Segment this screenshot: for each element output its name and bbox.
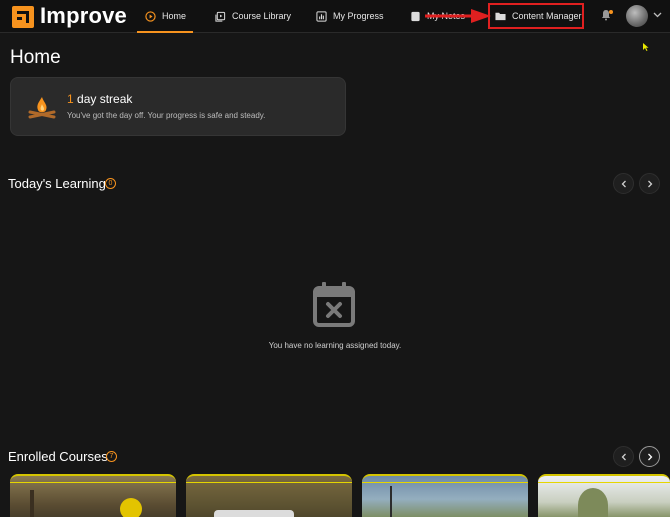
- streak-label: day streak: [77, 92, 133, 106]
- todays-learning-next-button[interactable]: [639, 173, 660, 194]
- bar-chart-icon: [316, 10, 327, 22]
- library-icon: [215, 11, 226, 22]
- nav-item-label: Home: [162, 11, 187, 21]
- mouse-cursor-icon: [643, 43, 649, 51]
- improve-logo-icon[interactable]: [12, 6, 34, 28]
- course-card-thumbnail-detail: [390, 486, 392, 517]
- top-navigation-bar: Improve Home Course Library My Progress …: [0, 0, 670, 33]
- streak-heading: 1 day streak: [67, 92, 132, 106]
- course-card-stripe: [10, 482, 176, 483]
- course-card-thumbnail-detail: [214, 510, 294, 517]
- chevron-down-icon[interactable]: [653, 12, 662, 18]
- enrolled-courses-next-button[interactable]: [639, 446, 660, 467]
- chevron-left-icon: [621, 453, 626, 460]
- todays-learning-prev-button[interactable]: [613, 173, 634, 194]
- nav-item-label: Course Library: [232, 11, 292, 21]
- todays-learning-title: Today's Learning: [8, 176, 106, 191]
- notes-icon: [411, 11, 420, 21]
- nav-item-my-progress[interactable]: My Progress: [316, 0, 384, 32]
- course-card-stripe: [186, 482, 352, 483]
- annotation-highlight-box: [488, 3, 584, 29]
- campfire-icon: [28, 97, 56, 119]
- nav-item-course-library[interactable]: Course Library: [215, 0, 291, 32]
- annotation-arrow-icon: [425, 9, 491, 23]
- course-card[interactable]: [538, 474, 670, 517]
- play-circle-icon: [145, 10, 156, 22]
- course-card-thumbnail-detail: [30, 490, 34, 517]
- streak-message: You've got the day off. Your progress is…: [67, 111, 266, 120]
- page-title: Home: [10, 47, 61, 68]
- enrolled-courses-prev-button[interactable]: [613, 446, 634, 467]
- empty-state-message: You have no learning assigned today.: [268, 341, 402, 350]
- course-card[interactable]: [186, 474, 352, 517]
- avatar[interactable]: [626, 5, 648, 27]
- chevron-right-icon: [647, 453, 652, 460]
- enrolled-courses-title: Enrolled Courses: [8, 449, 108, 464]
- enrolled-courses-count-badge: 7: [106, 451, 117, 462]
- course-card-thumbnail-detail: [120, 498, 142, 517]
- course-card[interactable]: [10, 474, 176, 517]
- calendar-x-icon: [313, 282, 355, 327]
- course-card-stripe: [362, 482, 528, 483]
- course-card[interactable]: [362, 474, 528, 517]
- chevron-right-icon: [647, 180, 652, 187]
- streak-count: 1: [67, 92, 74, 106]
- brand-name[interactable]: Improve: [40, 3, 127, 29]
- nav-item-home[interactable]: Home: [137, 0, 193, 33]
- course-card-stripe: [538, 482, 670, 483]
- chevron-left-icon: [621, 180, 626, 187]
- notification-dot: [609, 10, 613, 14]
- todays-learning-count-badge: 0: [105, 178, 116, 189]
- course-card-thumbnail-detail: [578, 488, 608, 517]
- nav-item-label: My Progress: [333, 11, 384, 21]
- streak-card: 1 day streak You've got the day off. You…: [10, 77, 346, 136]
